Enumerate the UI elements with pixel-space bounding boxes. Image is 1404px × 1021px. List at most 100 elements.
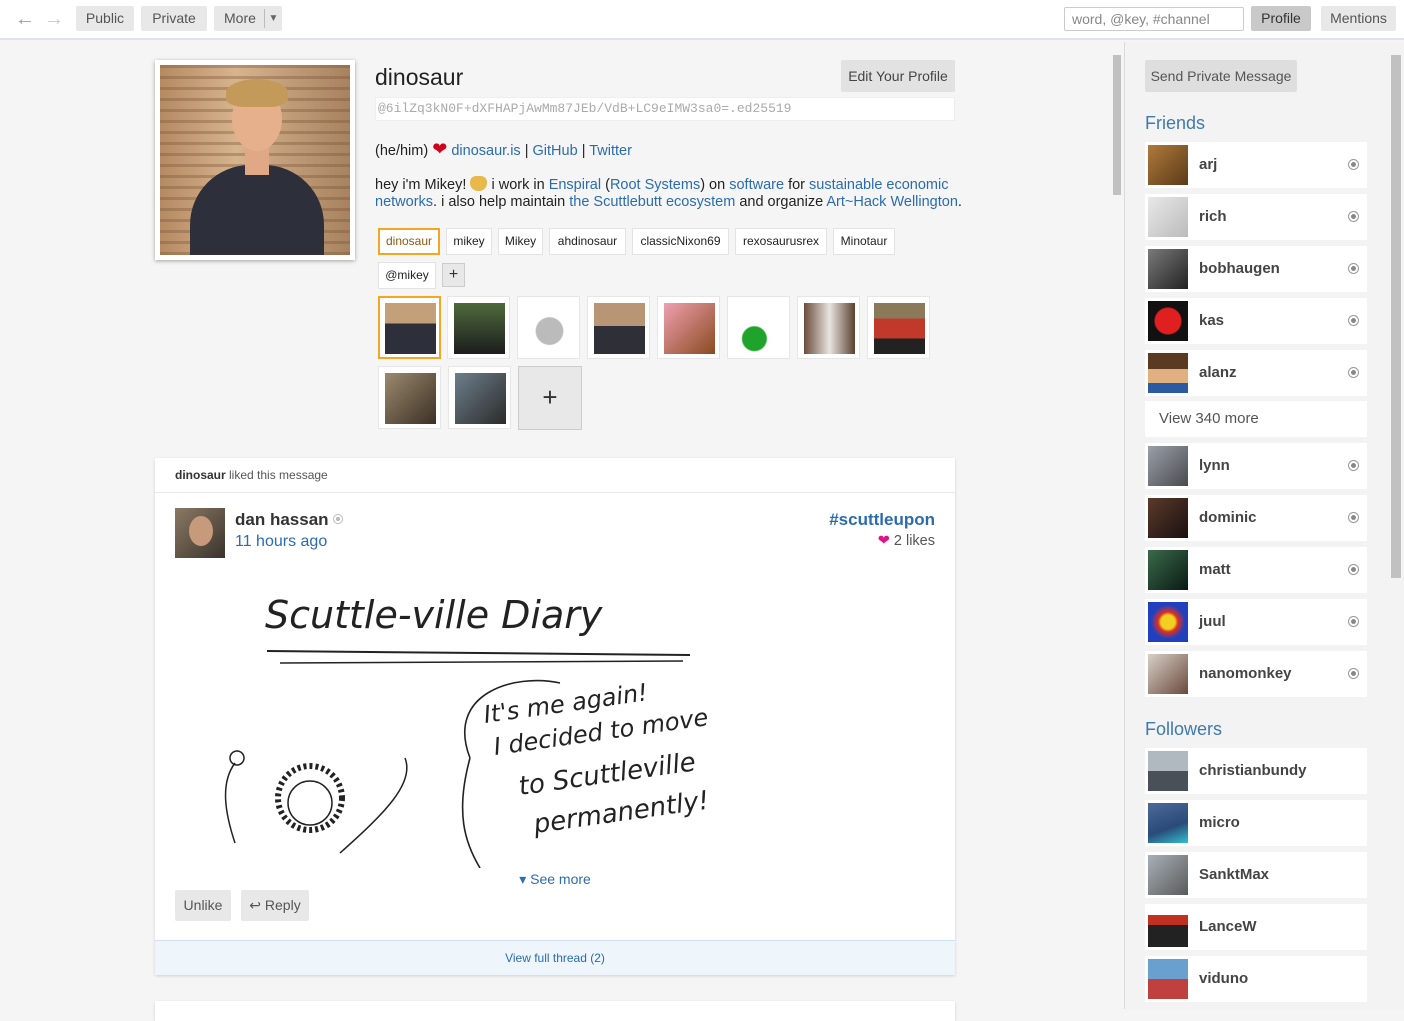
friend-item[interactable]: kas: [1145, 298, 1367, 344]
profile-image-option[interactable]: [587, 296, 650, 359]
author-name[interactable]: dan hassan: [235, 510, 329, 529]
tab-profile[interactable]: Profile: [1251, 6, 1311, 31]
link-arthack[interactable]: Art~Hack Wellington: [826, 194, 958, 210]
link-twitter[interactable]: Twitter: [589, 143, 632, 159]
edit-profile-button[interactable]: Edit Your Profile: [841, 60, 955, 92]
bio-text: i work in: [491, 177, 545, 193]
like-notice: dinosaur liked this message: [155, 458, 955, 493]
friend-name: matt: [1199, 561, 1231, 578]
send-private-message-button[interactable]: Send Private Message: [1145, 60, 1297, 92]
follower-item[interactable]: christianbundy: [1145, 748, 1367, 794]
heart-icon: ❤: [877, 533, 890, 549]
name-chip[interactable]: mikey: [446, 228, 492, 255]
profile-image-option[interactable]: [867, 296, 930, 359]
avatar: [1148, 446, 1188, 486]
message-card: [155, 1001, 955, 1021]
follow-status-icon: [1348, 211, 1359, 222]
back-arrow-icon[interactable]: ←: [14, 8, 36, 30]
avatar: [1148, 353, 1188, 393]
follower-item[interactable]: LanceW: [1145, 904, 1367, 950]
unlike-button[interactable]: Unlike: [175, 890, 231, 921]
bio-text: for: [788, 177, 805, 193]
friend-item[interactable]: alanz: [1145, 350, 1367, 396]
nav-more-button[interactable]: More ▼: [214, 6, 282, 31]
add-name-button[interactable]: +: [442, 263, 465, 287]
follower-item[interactable]: micro: [1145, 800, 1367, 846]
sidebar-scrollbar[interactable]: [1388, 42, 1404, 1009]
follower-item[interactable]: SanktMax: [1145, 852, 1367, 898]
friend-name: arj: [1199, 156, 1218, 173]
profile-image-option[interactable]: [727, 296, 790, 359]
profile-image-option[interactable]: [378, 296, 441, 359]
link-software[interactable]: software: [729, 177, 784, 193]
link-github[interactable]: GitHub: [533, 143, 578, 159]
cat-icon: [470, 176, 488, 191]
name-chip[interactable]: Mikey: [498, 228, 543, 255]
name-chip[interactable]: dinosaur: [378, 228, 440, 255]
friend-item[interactable]: lynn: [1145, 443, 1367, 489]
follower-name: SanktMax: [1199, 866, 1270, 883]
bio-text: ) on: [700, 177, 726, 193]
top-bar: ← → Public Private More ▼ Profile Mentio…: [0, 0, 1404, 40]
name-chip[interactable]: @mikey: [378, 262, 436, 289]
avatar: [1148, 197, 1188, 237]
nav-public-button[interactable]: Public: [76, 6, 134, 31]
avatar[interactable]: [175, 508, 225, 558]
name-chip[interactable]: Minotaur: [833, 228, 895, 255]
view-thread-link[interactable]: View full thread (2): [155, 940, 955, 975]
liker-name[interactable]: dinosaur: [175, 468, 226, 482]
profile-image-option[interactable]: [797, 296, 860, 359]
tab-mentions[interactable]: Mentions: [1321, 6, 1396, 31]
link-scuttlebutt[interactable]: the Scuttlebutt ecosystem: [569, 194, 735, 210]
reply-button[interactable]: ↩ Reply: [241, 890, 309, 921]
profile-image-option[interactable]: [448, 366, 511, 429]
message-card: dinosaur liked this message dan hassan 1…: [155, 458, 955, 975]
likes-count: ❤ 2 likes: [878, 533, 935, 549]
follower-item[interactable]: viduno: [1145, 956, 1367, 1002]
follow-status-icon: [1348, 159, 1359, 170]
friend-name: bobhaugen: [1199, 260, 1280, 277]
profile-image-option[interactable]: [378, 366, 441, 429]
feed-id-field[interactable]: @6ilZq3kN0F+dXFHAPjAwMm87JEb/VdB+LC9eIMW…: [375, 97, 955, 121]
add-image-button[interactable]: +: [518, 366, 582, 430]
friend-item[interactable]: juul: [1145, 599, 1367, 645]
chevron-down-icon[interactable]: ▼: [264, 9, 282, 28]
friend-item[interactable]: rich: [1145, 194, 1367, 240]
name-chip[interactable]: rexosaurusrex: [735, 228, 827, 255]
avatar: [1148, 751, 1188, 791]
main-scrollbar[interactable]: [1110, 55, 1124, 1009]
profile-image-option[interactable]: [657, 296, 720, 359]
friend-item[interactable]: nanomonkey: [1145, 651, 1367, 697]
scrollbar-thumb[interactable]: [1113, 55, 1121, 195]
link-website[interactable]: dinosaur.is: [451, 143, 520, 159]
link-root-systems[interactable]: Root Systems: [610, 177, 700, 193]
heart-icon: ❤: [432, 139, 448, 159]
follower-name: micro: [1199, 814, 1240, 831]
name-chip[interactable]: classicNixon69: [632, 228, 729, 255]
view-more-friends-button[interactable]: View 340 more: [1145, 401, 1367, 437]
nav-private-button[interactable]: Private: [141, 6, 207, 31]
friend-item[interactable]: matt: [1145, 547, 1367, 593]
forward-arrow-icon[interactable]: →: [43, 8, 65, 30]
message-timestamp[interactable]: 11 hours ago: [235, 533, 327, 551]
channel-link[interactable]: #scuttleupon: [829, 510, 935, 530]
friend-name: dominic: [1199, 509, 1257, 526]
profile-image-option[interactable]: [447, 296, 510, 359]
friend-item[interactable]: dominic: [1145, 495, 1367, 541]
profile-bio: hey i'm Mikey! i work in Enspiral (Root …: [375, 176, 965, 211]
profile-image-option[interactable]: [517, 296, 580, 359]
name-chip[interactable]: ahdinosaur: [549, 228, 626, 255]
bio-text: and organize: [739, 194, 824, 210]
search-input[interactable]: [1064, 7, 1244, 31]
friend-item[interactable]: arj: [1145, 142, 1367, 188]
likes-label: 2 likes: [893, 533, 935, 549]
see-more-link[interactable]: ▾ See more: [155, 871, 955, 888]
friend-name: kas: [1199, 312, 1225, 329]
follower-name: viduno: [1199, 970, 1249, 987]
friend-name: rich: [1199, 208, 1227, 225]
avatar: [1148, 550, 1188, 590]
drawing-title: Scuttle-ville Diary: [265, 593, 603, 637]
friend-item[interactable]: bobhaugen: [1145, 246, 1367, 292]
scrollbar-thumb[interactable]: [1391, 55, 1401, 578]
link-enspiral[interactable]: Enspiral: [549, 177, 601, 193]
